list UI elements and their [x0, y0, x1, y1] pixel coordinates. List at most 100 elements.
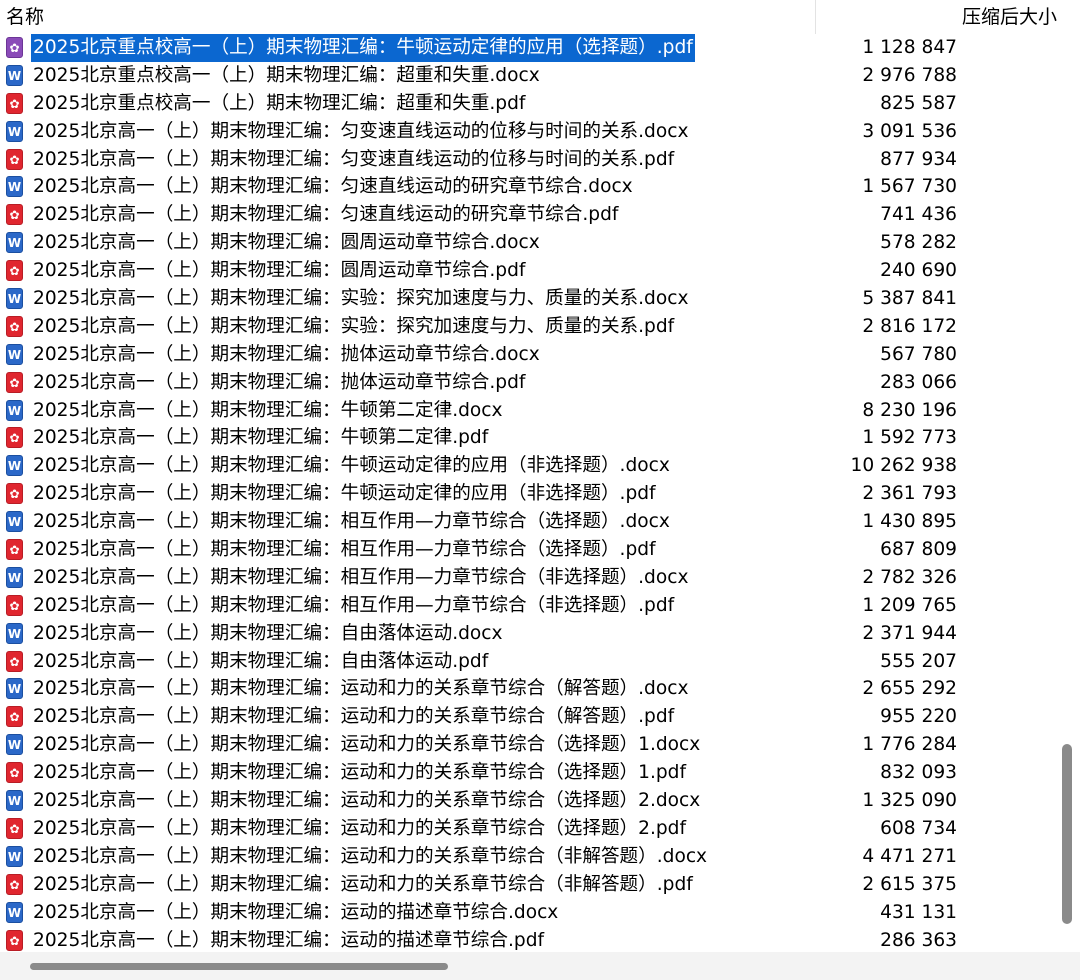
file-size-cell: 825 587 [880, 90, 1080, 118]
file-row[interactable]: W 2025北京高一（上）期末物理汇编：圆周运动章节综合.docx 578 282 [0, 229, 1080, 257]
file-compressed-size: 1 209 765 [862, 594, 957, 616]
horizontal-scrollbar-track[interactable] [0, 952, 1080, 980]
pdf-document-icon: ✿ [6, 762, 23, 784]
file-name: 2025北京高一（上）期末物理汇编：自由落体运动.pdf [33, 650, 489, 672]
file-row[interactable]: ✿ 2025北京重点校高一（上）期末物理汇编：超重和失重.pdf 825 587 [0, 90, 1080, 118]
file-row[interactable]: W 2025北京高一（上）期末物理汇编：牛顿第二定律.docx 8 230 196 [0, 397, 1080, 425]
file-size-cell: 877 934 [880, 146, 1080, 174]
pdf-document-icon: ✿ [6, 92, 23, 114]
file-row[interactable]: W 2025北京高一（上）期末物理汇编：牛顿运动定律的应用（非选择题）.docx 1… [0, 452, 1080, 480]
file-size-cell: 1 592 773 [862, 424, 1080, 452]
file-size-cell: 567 780 [880, 341, 1080, 369]
file-size-cell: 1 430 895 [862, 508, 1080, 536]
pdf-document-icon: ✿ [6, 371, 23, 393]
word-document-icon: W [6, 845, 23, 867]
column-header-name[interactable]: 名称 [0, 0, 816, 34]
file-size-cell: 832 093 [880, 759, 1080, 787]
file-row[interactable]: W 2025北京高一（上）期末物理汇编：运动的描述章节综合.docx 431 131 [0, 899, 1080, 927]
file-name: 2025北京高一（上）期末物理汇编：匀速直线运动的研究章节综合.docx [33, 176, 633, 198]
file-name: 2025北京高一（上）期末物理汇编：运动和力的关系章节综合（非解答题）.docx [33, 845, 708, 867]
file-name: 2025北京高一（上）期末物理汇编：运动和力的关系章节综合（选择题）1.pdf [33, 762, 687, 784]
file-row[interactable]: ✿ 2025北京高一（上）期末物理汇编：运动和力的关系章节综合（解答题）.pdf 9… [0, 703, 1080, 731]
vertical-scrollbar-thumb[interactable] [1062, 744, 1072, 924]
file-compressed-size: 1 325 090 [862, 790, 957, 812]
file-name: 2025北京高一（上）期末物理汇编：匀速直线运动的研究章节综合.pdf [33, 204, 619, 226]
file-row[interactable]: W 2025北京高一（上）期末物理汇编：运动和力的关系章节综合（选择题）1.doc… [0, 731, 1080, 759]
file-row[interactable]: ✿ 2025北京高一（上）期末物理汇编：运动和力的关系章节综合（选择题）2.pdf… [0, 815, 1080, 843]
word-document-icon: W [6, 120, 23, 142]
file-size-cell: 1 776 284 [862, 731, 1080, 759]
word-document-icon: W [6, 511, 23, 533]
file-row[interactable]: W 2025北京高一（上）期末物理汇编：相互作用—力章节综合（选择题）.docx 1… [0, 508, 1080, 536]
column-header-compressed-size[interactable]: 压缩后大小 [817, 0, 1080, 34]
file-list: ✿ 2025北京重点校高一（上）期末物理汇编：牛顿运动定律的应用（选择题）.pdf… [0, 34, 1080, 952]
file-compressed-size: 2 615 375 [862, 873, 957, 895]
file-row[interactable]: ✿ 2025北京高一（上）期末物理汇编：圆周运动章节综合.pdf 240 690 [0, 257, 1080, 285]
file-row[interactable]: W 2025北京高一（上）期末物理汇编：自由落体运动.docx 2 371 944 [0, 620, 1080, 648]
file-name: 2025北京高一（上）期末物理汇编：牛顿第二定律.pdf [33, 427, 489, 449]
file-name: 2025北京重点校高一（上）期末物理汇编：牛顿运动定律的应用（选择题）.pdf [31, 34, 695, 62]
word-document-icon: W [6, 734, 23, 756]
file-row[interactable]: ✿ 2025北京高一（上）期末物理汇编：抛体运动章节综合.pdf 283 066 [0, 369, 1080, 397]
file-compressed-size: 1 567 730 [862, 176, 957, 198]
file-compressed-size: 832 093 [880, 762, 957, 784]
file-row[interactable]: W 2025北京高一（上）期末物理汇编：匀速直线运动的研究章节综合.docx 1 5… [0, 173, 1080, 201]
file-compressed-size: 2 976 788 [862, 64, 957, 86]
horizontal-scrollbar-thumb[interactable] [30, 963, 448, 970]
file-compressed-size: 2 782 326 [862, 566, 957, 588]
file-size-cell: 2 976 788 [862, 62, 1080, 90]
file-compressed-size: 741 436 [880, 204, 957, 226]
file-size-cell: 3 091 536 [862, 118, 1080, 146]
file-row[interactable]: ✿ 2025北京高一（上）期末物理汇编：运动的描述章节综合.pdf 286 363 [0, 927, 1080, 953]
file-row[interactable]: W 2025北京高一（上）期末物理汇编：匀变速直线运动的位移与时间的关系.docx… [0, 118, 1080, 146]
file-compressed-size: 283 066 [880, 371, 957, 393]
file-compressed-size: 5 387 841 [862, 288, 957, 310]
pdf-document-icon: ✿ [6, 594, 23, 616]
file-compressed-size: 825 587 [880, 92, 957, 114]
file-row[interactable]: ✿ 2025北京重点校高一（上）期末物理汇编：牛顿运动定律的应用（选择题）.pdf… [0, 34, 1080, 62]
file-name: 2025北京高一（上）期末物理汇编：实验：探究加速度与力、质量的关系.docx [33, 288, 689, 310]
file-row[interactable]: W 2025北京高一（上）期末物理汇编：实验：探究加速度与力、质量的关系.docx… [0, 285, 1080, 313]
file-row[interactable]: ✿ 2025北京高一（上）期末物理汇编：牛顿运动定律的应用（非选择题）.pdf 2 … [0, 480, 1080, 508]
file-compressed-size: 1 592 773 [862, 427, 957, 449]
file-row[interactable]: ✿ 2025北京高一（上）期末物理汇编：匀速直线运动的研究章节综合.pdf 741 … [0, 201, 1080, 229]
file-row[interactable]: ✿ 2025北京高一（上）期末物理汇编：相互作用—力章节综合（选择题）.pdf 68… [0, 536, 1080, 564]
file-size-cell: 687 809 [880, 536, 1080, 564]
file-compressed-size: 1 430 895 [862, 511, 957, 533]
word-document-icon: W [6, 901, 23, 923]
pdf-document-icon: ✿ [6, 650, 23, 672]
pdf-document-icon: ✿ [6, 483, 23, 505]
file-row[interactable]: W 2025北京高一（上）期末物理汇编：相互作用—力章节综合（非选择题）.docx… [0, 564, 1080, 592]
file-compressed-size: 4 471 271 [862, 845, 957, 867]
column-header-bar: 名称 压缩后大小 [0, 0, 1080, 34]
file-size-cell: 608 734 [880, 815, 1080, 843]
file-row[interactable]: ✿ 2025北京高一（上）期末物理汇编：运动和力的关系章节综合（选择题）1.pdf… [0, 759, 1080, 787]
word-document-icon: W [6, 176, 23, 198]
file-size-cell: 578 282 [880, 229, 1080, 257]
file-row[interactable]: W 2025北京高一（上）期末物理汇编：运动和力的关系章节综合（选择题）2.doc… [0, 787, 1080, 815]
file-row[interactable]: W 2025北京高一（上）期末物理汇编：抛体运动章节综合.docx 567 780 [0, 341, 1080, 369]
pdf-document-icon: ✿ [6, 260, 23, 282]
file-name: 2025北京高一（上）期末物理汇编：运动和力的关系章节综合（选择题）2.docx [33, 790, 701, 812]
file-row[interactable]: W 2025北京高一（上）期末物理汇编：运动和力的关系章节综合（非解答题）.doc… [0, 843, 1080, 871]
file-size-cell: 1 128 847 [862, 34, 1080, 62]
file-row[interactable]: ✿ 2025北京高一（上）期末物理汇编：自由落体运动.pdf 555 207 [0, 648, 1080, 676]
file-compressed-size: 567 780 [880, 343, 957, 365]
pdf-document-icon: ✿ [6, 427, 23, 449]
file-row[interactable]: W 2025北京重点校高一（上）期末物理汇编：超重和失重.docx 2 976 78… [0, 62, 1080, 90]
file-row[interactable]: ✿ 2025北京高一（上）期末物理汇编：实验：探究加速度与力、质量的关系.pdf 2… [0, 313, 1080, 341]
file-size-cell: 741 436 [880, 201, 1080, 229]
file-row[interactable]: ✿ 2025北京高一（上）期末物理汇编：相互作用—力章节综合（非选择题）.pdf 1… [0, 592, 1080, 620]
file-row[interactable]: ✿ 2025北京高一（上）期末物理汇编：牛顿第二定律.pdf 1 592 773 [0, 424, 1080, 452]
file-row[interactable]: W 2025北京高一（上）期末物理汇编：运动和力的关系章节综合（解答题）.docx… [0, 675, 1080, 703]
file-compressed-size: 955 220 [880, 706, 957, 728]
file-name: 2025北京高一（上）期末物理汇编：运动的描述章节综合.pdf [33, 929, 545, 951]
pdf-document-icon: ✿ [6, 315, 23, 337]
file-row[interactable]: ✿ 2025北京高一（上）期末物理汇编：匀变速直线运动的位移与时间的关系.pdf 8… [0, 146, 1080, 174]
file-compressed-size: 240 690 [880, 260, 957, 282]
file-row[interactable]: ✿ 2025北京高一（上）期末物理汇编：运动和力的关系章节综合（非解答题）.pdf… [0, 871, 1080, 899]
file-name: 2025北京高一（上）期末物理汇编：相互作用—力章节综合（非选择题）.docx [33, 566, 689, 588]
file-size-cell: 2 655 292 [862, 675, 1080, 703]
file-name: 2025北京高一（上）期末物理汇编：圆周运动章节综合.pdf [33, 260, 526, 282]
file-size-cell: 2 371 944 [862, 620, 1080, 648]
